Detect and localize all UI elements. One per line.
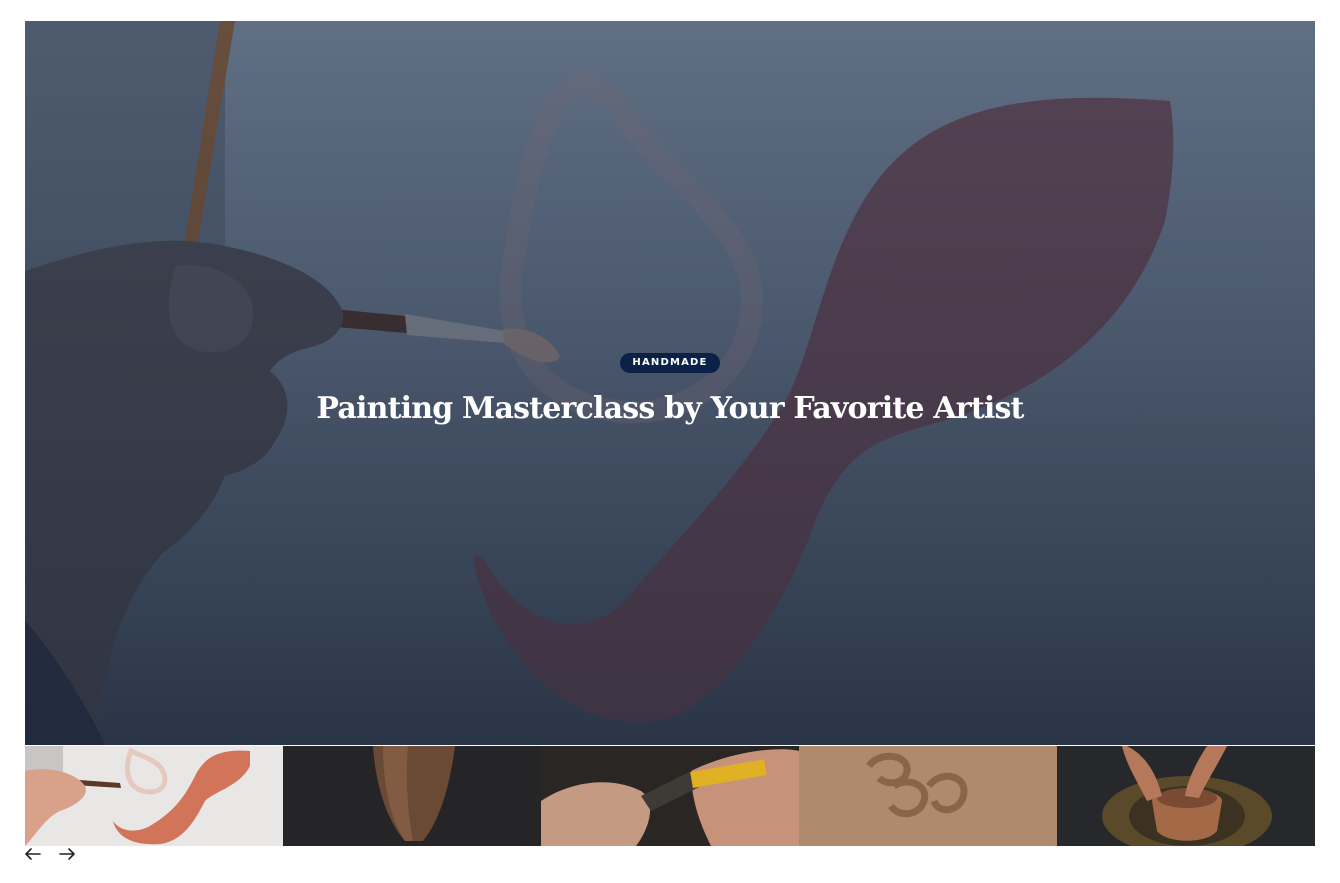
engraving-tool-image bbox=[541, 746, 799, 846]
pottery-wheel-image bbox=[1057, 746, 1315, 846]
slider-navigation bbox=[24, 845, 76, 863]
wood-vase-image bbox=[283, 746, 541, 846]
slide-title[interactable]: Painting Masterclass by Your Favorite Ar… bbox=[25, 389, 1315, 429]
arrow-left-icon[interactable] bbox=[24, 845, 42, 863]
hero-slider[interactable]: HANDMADE Painting Masterclass by Your Fa… bbox=[25, 21, 1315, 745]
thumbnail-strip bbox=[25, 746, 1315, 846]
thumbnail-wood-vase[interactable] bbox=[283, 746, 541, 846]
thumbnail-engraving-tool[interactable] bbox=[541, 746, 799, 846]
slide-caption: HANDMADE Painting Masterclass by Your Fa… bbox=[25, 352, 1315, 429]
category-badge[interactable]: HANDMADE bbox=[620, 353, 720, 373]
thumbnail-painting[interactable] bbox=[25, 746, 283, 846]
painting-image bbox=[25, 746, 283, 846]
thumbnail-pottery-wheel[interactable] bbox=[1057, 746, 1315, 846]
sand-drawing-image bbox=[799, 746, 1057, 846]
arrow-right-icon[interactable] bbox=[58, 845, 76, 863]
thumbnail-sand-drawing[interactable] bbox=[799, 746, 1057, 846]
